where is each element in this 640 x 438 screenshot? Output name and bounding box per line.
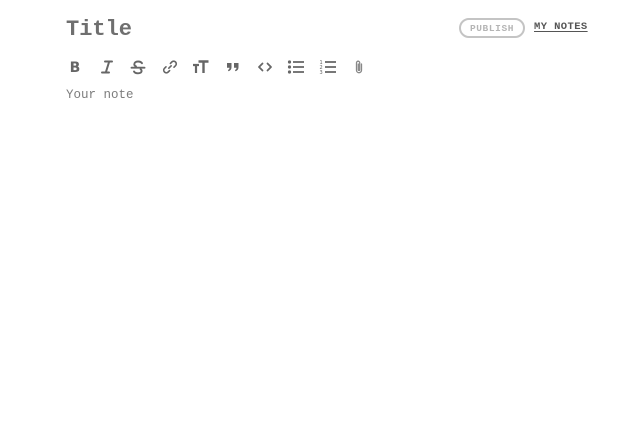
bullet-list-button[interactable]	[281, 54, 311, 80]
svg-text:3: 3	[319, 70, 322, 75]
note-body-textarea[interactable]	[66, 88, 586, 408]
code-icon	[257, 62, 272, 72]
formatting-toolbar: B 1 2 3	[60, 54, 376, 80]
link-button[interactable]	[155, 54, 185, 80]
bold-button[interactable]: B	[60, 54, 90, 80]
text-size-icon	[193, 60, 209, 73]
text-size-button[interactable]	[186, 54, 216, 80]
code-button[interactable]	[250, 54, 280, 80]
quote-button[interactable]	[218, 54, 248, 80]
strikethrough-icon	[130, 60, 146, 75]
bold-icon: B	[70, 60, 81, 75]
link-icon	[162, 60, 177, 74]
title-input[interactable]	[66, 14, 366, 44]
numbered-list-icon: 1 2 3	[319, 60, 336, 75]
bullet-list-icon	[288, 60, 305, 74]
attachment-icon	[356, 60, 363, 74]
editor-header: PUBLISH MY NOTES	[0, 0, 640, 60]
svg-text:B: B	[70, 60, 81, 75]
attachment-button[interactable]	[344, 54, 374, 80]
italic-button[interactable]	[92, 54, 122, 80]
publish-button[interactable]: PUBLISH	[459, 18, 525, 38]
quote-icon	[226, 63, 239, 72]
my-notes-link[interactable]: MY NOTES	[534, 21, 588, 33]
italic-icon	[100, 60, 113, 74]
strikethrough-button[interactable]	[123, 54, 153, 80]
numbered-list-button[interactable]: 1 2 3	[313, 54, 343, 80]
